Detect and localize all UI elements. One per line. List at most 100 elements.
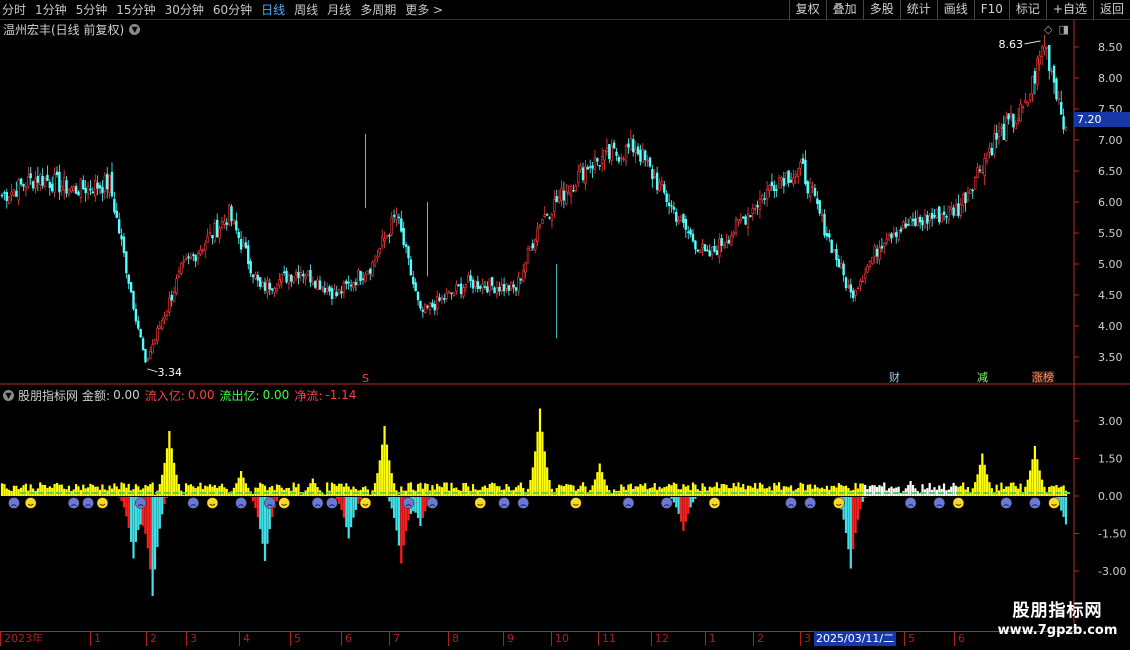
diamond-icon[interactable]: ◇ [1044,23,1052,36]
inflow-bar [242,477,245,496]
candle-body [739,219,743,222]
candle-body [316,279,319,290]
candle-body [830,239,833,253]
outflow-bar [352,497,355,518]
candle-body [990,147,994,156]
inflow-bar [895,487,898,496]
inflow-bar [651,487,654,496]
outflow-bar [675,497,678,508]
candle-body [450,292,453,294]
inflow-bar [517,485,520,496]
outflow-bar [414,497,417,513]
chevron-down-icon[interactable]: ▼ [129,23,141,35]
candle-body [1021,106,1025,109]
candle-body [70,187,73,192]
candle-body [988,147,991,153]
candle-body [722,244,726,247]
candle-body [108,175,111,194]
inflow-bar [393,483,396,496]
inflow-bar [495,486,499,496]
candle-body [380,237,384,247]
indicator-name[interactable]: 股朋指标网 [18,387,78,404]
sad-face-icon [402,497,415,509]
inflow-bar [204,485,207,496]
candle-body [1040,46,1044,57]
candle-body [978,169,982,172]
candle-body [971,189,974,192]
candle-body [507,285,511,291]
candle-body [629,137,633,150]
outflow-bar [347,497,350,539]
candle-body [703,244,707,251]
inflow-bar [569,484,573,496]
inflow-bar [514,487,518,496]
candle-body [244,242,248,249]
candle-body [412,276,415,285]
candle-body [201,249,205,251]
sad-face-icon [904,497,917,509]
inflow-bar [8,489,11,496]
candle-body [1000,126,1003,129]
inflow-bar [768,486,771,496]
inflow-bar [22,485,25,496]
candle-body [187,256,190,259]
candle-body [732,232,735,235]
inflow-bar [797,487,800,496]
inflow-bar [340,483,343,496]
candle-body [211,234,214,239]
outflow-bar [130,497,133,542]
window-icon[interactable]: ◨ [1058,23,1068,36]
inflow-bar [507,486,510,496]
inflow-bar [691,482,695,496]
inflow-bar [75,484,78,496]
candle-body [665,193,668,203]
inflow-bar [306,487,310,496]
stock-title[interactable]: 温州宏丰(日线 前复权) [3,21,124,38]
inflow-bar [67,485,71,496]
annotation-reduce[interactable]: 减 [977,371,988,384]
inflow-bar [775,485,778,496]
candle-body [799,162,802,169]
candle-body [239,239,243,250]
candle-body [553,199,556,212]
candle-body [985,154,989,162]
annotation-s[interactable]: S [362,372,369,385]
date-tick-label: 2023年 [0,632,43,646]
price-tick-label: 5.50 [1098,227,1123,240]
candle-body [610,145,613,161]
candle-body [361,278,365,280]
candle-body [572,190,575,192]
inflow-bar [46,487,49,496]
candle-body [928,215,931,222]
candle-body [62,177,66,191]
candle-body [306,270,310,276]
candle-body [165,310,169,316]
candle-body [392,215,396,217]
inflow-bar [349,489,353,496]
inflow-bar [722,483,726,496]
date-tick-label: 5 [904,632,915,646]
inflow-bar [749,485,752,496]
candle-body [196,253,200,259]
candle-body [825,233,829,237]
annotation-gainers[interactable]: 涨榜 [1032,371,1054,384]
happy-face-icon [96,497,109,509]
inflow-bar [1048,486,1051,496]
inflow-bar [235,483,238,496]
inflow-bar [53,484,56,496]
chart-canvas[interactable]: 8.508.007.507.006.506.005.505.004.504.00… [0,0,1130,650]
chevron-down-icon[interactable]: ▼ [3,389,14,401]
inflow-bar [954,485,958,496]
sad-face-icon [235,497,247,509]
annotation-finance[interactable]: 财 [889,371,900,384]
inflow-bar [63,488,66,496]
candle-body [930,212,934,219]
candle-body [113,198,116,213]
candle-body [653,176,656,178]
candle-body [397,216,401,219]
candle-body [467,275,470,283]
candle-body [863,273,867,279]
inflow-bar [536,431,539,496]
inflow-bar [656,489,659,496]
candle-body [883,242,886,247]
